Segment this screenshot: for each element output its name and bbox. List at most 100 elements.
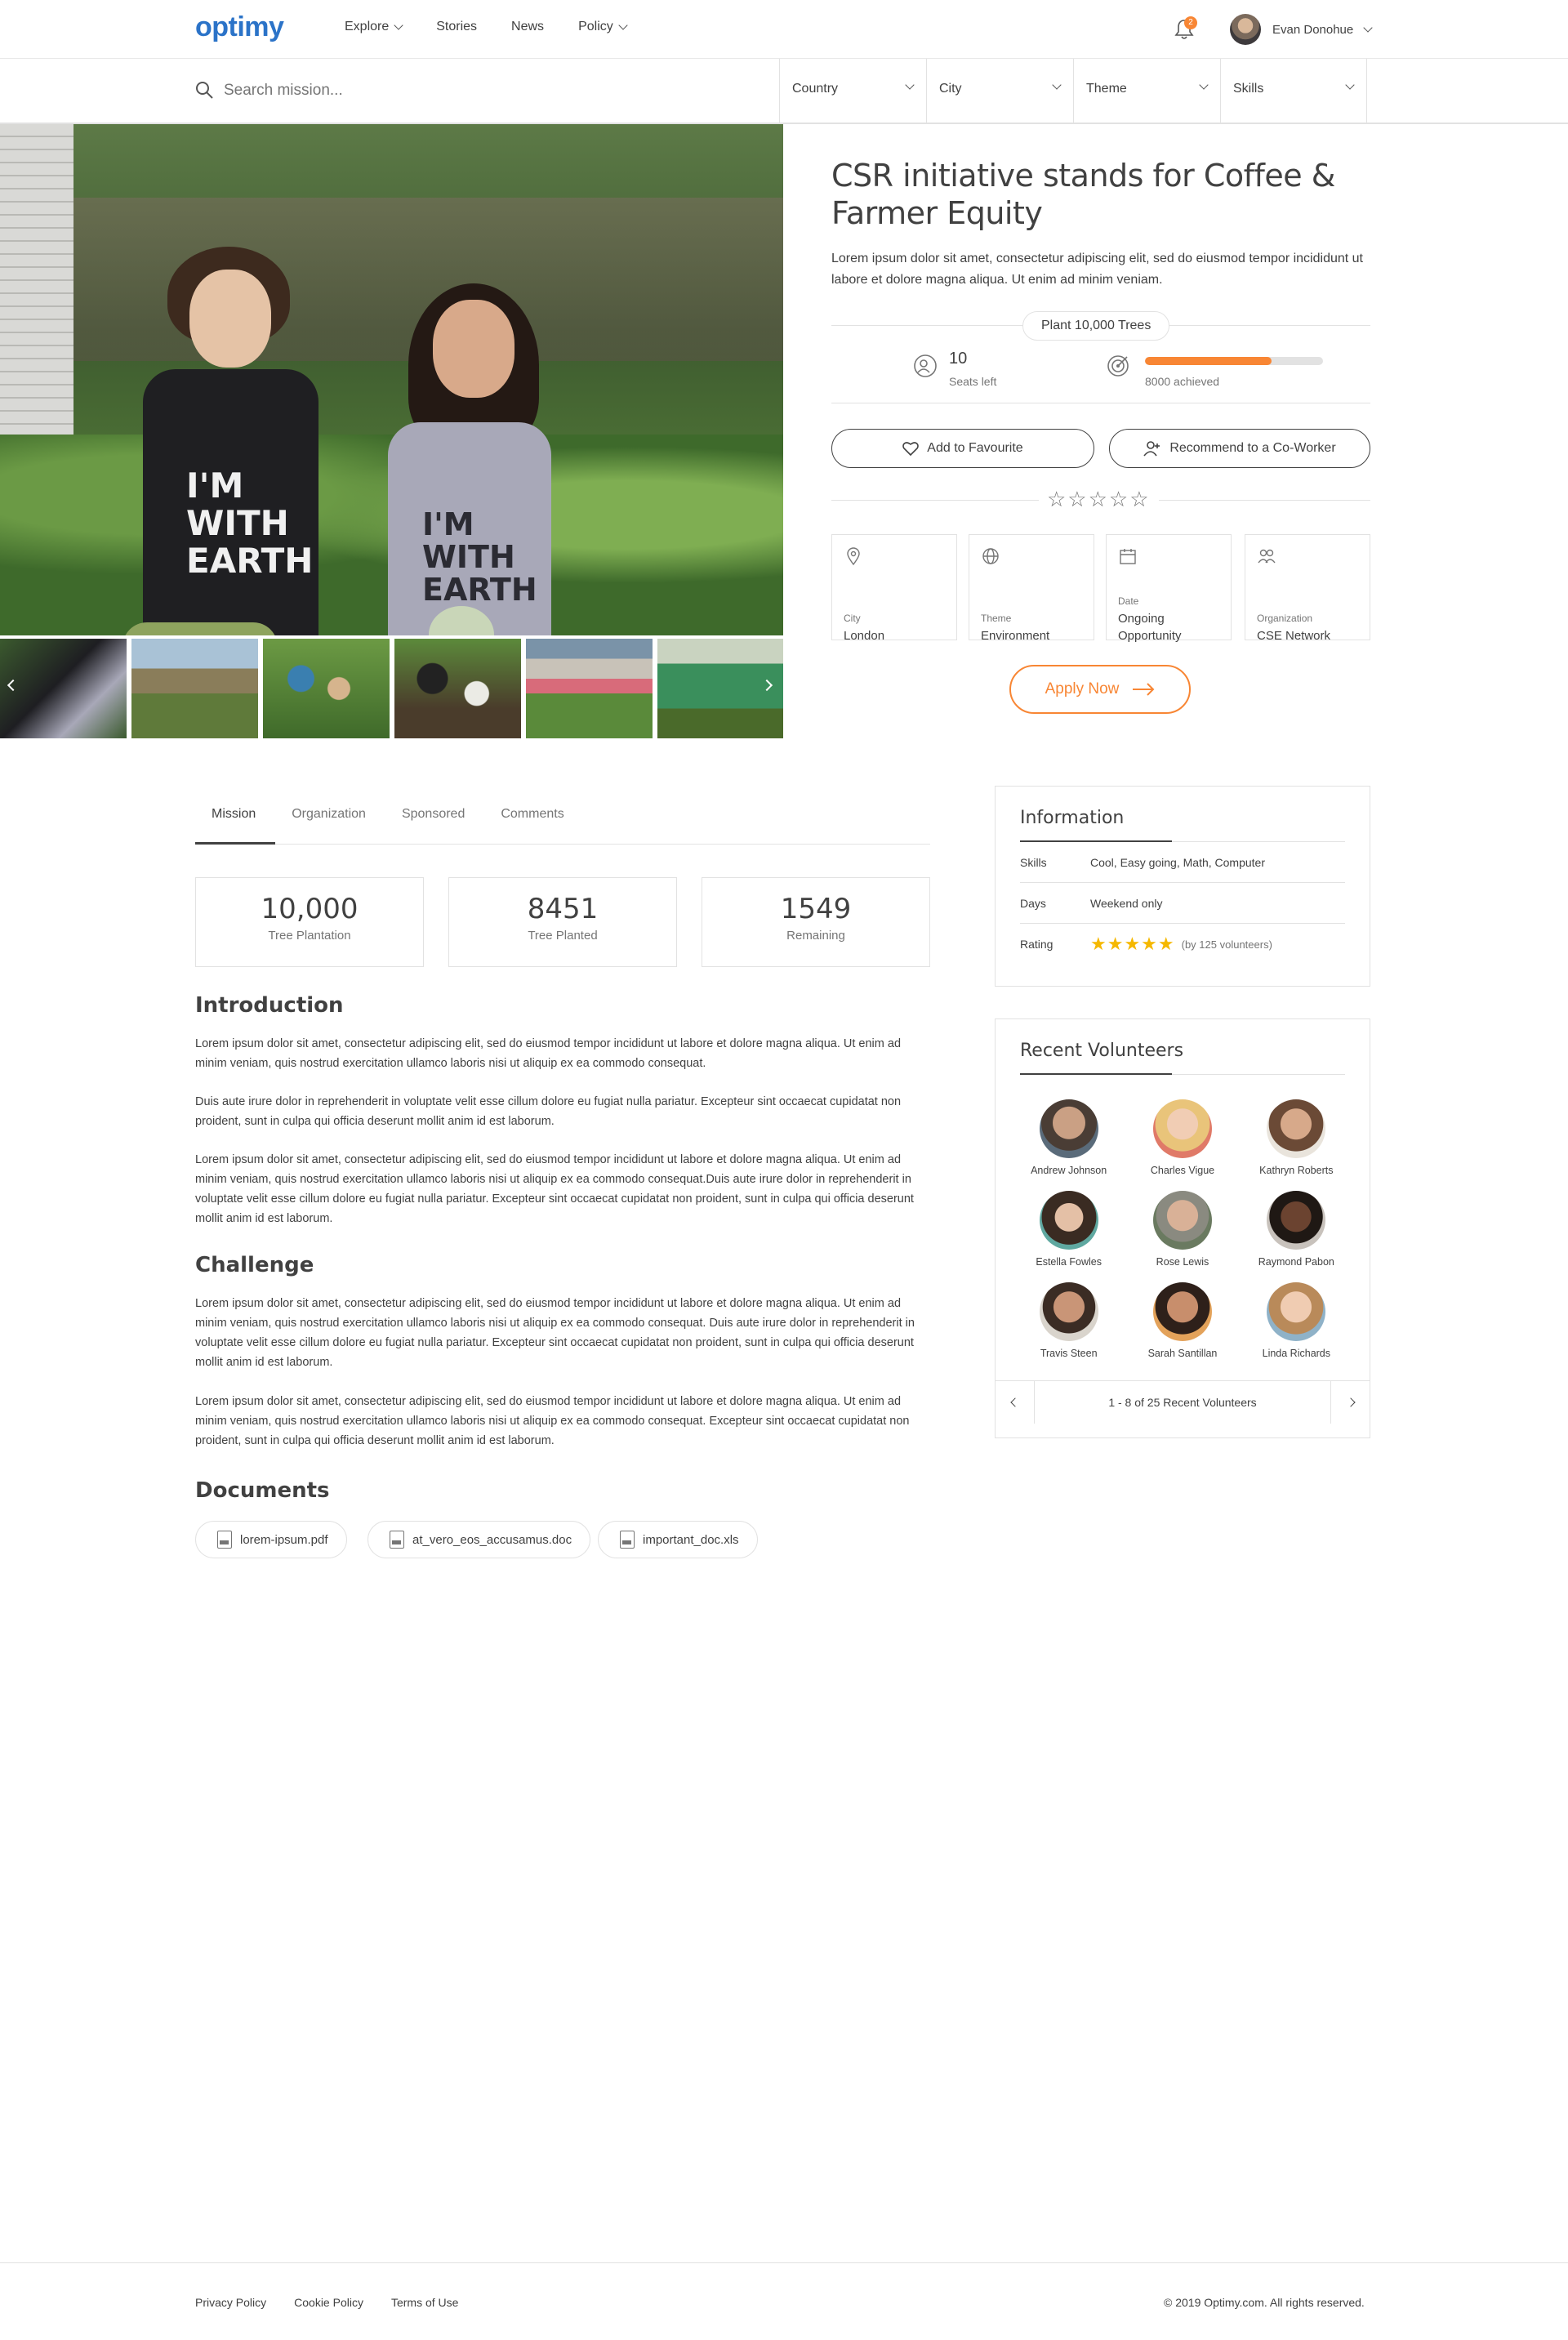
map-pin-icon: [847, 547, 860, 566]
pager-next-button[interactable]: [1330, 1380, 1370, 1424]
volunteer-name: Rose Lewis: [1156, 1256, 1209, 1268]
apply-now-button[interactable]: Apply Now: [1009, 665, 1191, 714]
nav-explore-label: Explore: [345, 20, 390, 33]
chevron-down-icon: [1363, 23, 1373, 33]
thumbnail[interactable]: [131, 639, 258, 738]
stat-remaining: 1549 Remaining: [702, 877, 930, 967]
stat-label: Remaining: [786, 929, 845, 943]
add-to-favourite-button[interactable]: Add to Favourite: [831, 429, 1094, 468]
filter-city[interactable]: City: [926, 59, 1073, 123]
file-icon: [620, 1531, 635, 1549]
filter-theme[interactable]: Theme: [1073, 59, 1220, 123]
volunteer-card[interactable]: Linda Richards: [1240, 1282, 1353, 1359]
terms-of-use-link[interactable]: Terms of Use: [391, 2296, 458, 2309]
volunteer-card[interactable]: Kathryn Roberts: [1240, 1099, 1353, 1176]
document-name: at_vero_eos_accusamus.doc: [412, 1532, 572, 1547]
notification-badge: 2: [1184, 16, 1197, 29]
nav-news[interactable]: News: [511, 20, 544, 34]
avatar: [1152, 1191, 1212, 1250]
seats-left-count: 10: [949, 350, 968, 368]
volunteer-card[interactable]: Sarah Santillan: [1125, 1282, 1239, 1359]
filter-country[interactable]: Country: [779, 59, 926, 123]
info-key: Skills: [1020, 855, 1047, 869]
cookie-policy-link[interactable]: Cookie Policy: [294, 2296, 363, 2309]
document-chip[interactable]: at_vero_eos_accusamus.doc: [368, 1521, 591, 1558]
nav-explore[interactable]: Explore: [345, 20, 403, 34]
detail-organization-value: CSE Network: [1257, 629, 1331, 643]
filter-theme-label: Theme: [1086, 82, 1127, 96]
detail-organization-label: Organization: [1257, 613, 1313, 624]
user-add-icon: [1143, 441, 1160, 457]
shirt-text-right: I'M WITH EARTH: [422, 506, 537, 608]
thumbnail[interactable]: [394, 639, 521, 738]
avatar: [1267, 1191, 1326, 1250]
filter-city-label: City: [939, 82, 962, 96]
user-menu[interactable]: Evan Donohue: [1230, 14, 1373, 45]
detail-date: Date Ongoing Opportunity: [1106, 534, 1232, 643]
info-value: Cool, Easy going, Math, Computer: [1090, 855, 1265, 869]
chevron-down-icon: [1052, 80, 1062, 90]
introduction-heading: Introduction: [195, 993, 344, 1018]
stat-label: Tree Plantation: [268, 929, 351, 943]
info-value: Weekend only: [1090, 896, 1163, 910]
detail-city-label: City: [844, 613, 861, 624]
thumbnail-carousel: [0, 639, 783, 738]
pager-prev-button[interactable]: [996, 1380, 1035, 1424]
target-icon: [1107, 355, 1129, 377]
carousel-prev-icon[interactable]: [5, 679, 21, 698]
volunteer-name: Sarah Santillan: [1147, 1348, 1218, 1359]
goal-progress-fill: [1145, 357, 1272, 365]
volunteer-card[interactable]: Rose Lewis: [1125, 1191, 1239, 1268]
nav-policy[interactable]: Policy: [578, 20, 628, 34]
rate-mission-stars[interactable]: ☆☆☆☆☆: [1039, 487, 1159, 512]
search-input[interactable]: [224, 77, 714, 105]
nav-stories-label: Stories: [436, 20, 478, 33]
info-row-days: Days Weekend only: [1020, 883, 1345, 924]
rating-count: (by 125 volunteers): [1181, 938, 1272, 951]
copyright-text: © 2019 Optimy.com. All rights reserved.: [1164, 2296, 1365, 2309]
document-name: important_doc.xls: [643, 1532, 739, 1547]
tab-sponsored[interactable]: Sponsored: [385, 792, 484, 845]
mission-tabs: Mission Organization Sponsored Comments: [195, 792, 930, 845]
divider: [1020, 1073, 1345, 1075]
volunteer-name: Travis Steen: [1040, 1348, 1098, 1359]
document-chip[interactable]: lorem-ipsum.pdf: [195, 1521, 347, 1558]
introduction-paragraph: Lorem ipsum dolor sit amet, consectetur …: [195, 1037, 902, 1070]
nav-policy-label: Policy: [578, 20, 613, 33]
thumbnail[interactable]: [263, 639, 390, 738]
detail-city: City London: [831, 534, 957, 643]
volunteer-card[interactable]: Travis Steen: [1012, 1282, 1125, 1359]
calendar-icon: [1120, 549, 1136, 564]
stat-tree-plantation: 10,000 Tree Plantation: [195, 877, 424, 967]
volunteer-card[interactable]: Andrew Johnson: [1012, 1099, 1125, 1176]
tab-organization[interactable]: Organization: [275, 792, 385, 845]
avatar: [1039, 1191, 1098, 1250]
chevron-down-icon: [1345, 80, 1355, 90]
shirt-text-left: I'M WITH EARTH: [186, 466, 314, 581]
introduction-paragraph: Duis aute irure dolor in reprehenderit i…: [195, 1095, 902, 1128]
tab-comments[interactable]: Comments: [484, 792, 583, 845]
filter-skills[interactable]: Skills: [1220, 59, 1367, 123]
mission-hero-image: I'M WITH EARTH I'M WITH EARTH: [0, 124, 783, 635]
goal-badge: Plant 10,000 Trees: [1022, 311, 1170, 341]
arrow-right-icon: [1133, 683, 1155, 696]
information-title: Information: [1020, 808, 1125, 828]
volunteer-card[interactable]: Charles Vigue: [1125, 1099, 1239, 1176]
carousel-next-icon[interactable]: [760, 679, 777, 698]
thumbnail[interactable]: [526, 639, 653, 738]
document-chip[interactable]: important_doc.xls: [598, 1521, 758, 1558]
chevron-down-icon: [618, 20, 628, 30]
challenge-paragraph: Lorem ipsum dolor sit amet, consectetur …: [195, 1297, 915, 1369]
info-row-skills: Skills Cool, Easy going, Math, Computer: [1020, 842, 1345, 883]
detail-theme-label: Theme: [981, 613, 1012, 624]
volunteer-card[interactable]: Raymond Pabon: [1240, 1191, 1353, 1268]
volunteer-card[interactable]: Estella Fowles: [1012, 1191, 1125, 1268]
chevron-down-icon: [1199, 80, 1209, 90]
recommend-coworker-button[interactable]: Recommend to a Co-Worker: [1109, 429, 1370, 468]
optimy-logo[interactable]: optimy: [195, 11, 284, 43]
nav-stories[interactable]: Stories: [436, 20, 477, 34]
privacy-policy-link[interactable]: Privacy Policy: [195, 2296, 266, 2309]
tab-mission[interactable]: Mission: [195, 792, 276, 845]
add-to-favourite-label: Add to Favourite: [927, 441, 1023, 455]
volunteer-name: Charles Vigue: [1150, 1165, 1215, 1176]
